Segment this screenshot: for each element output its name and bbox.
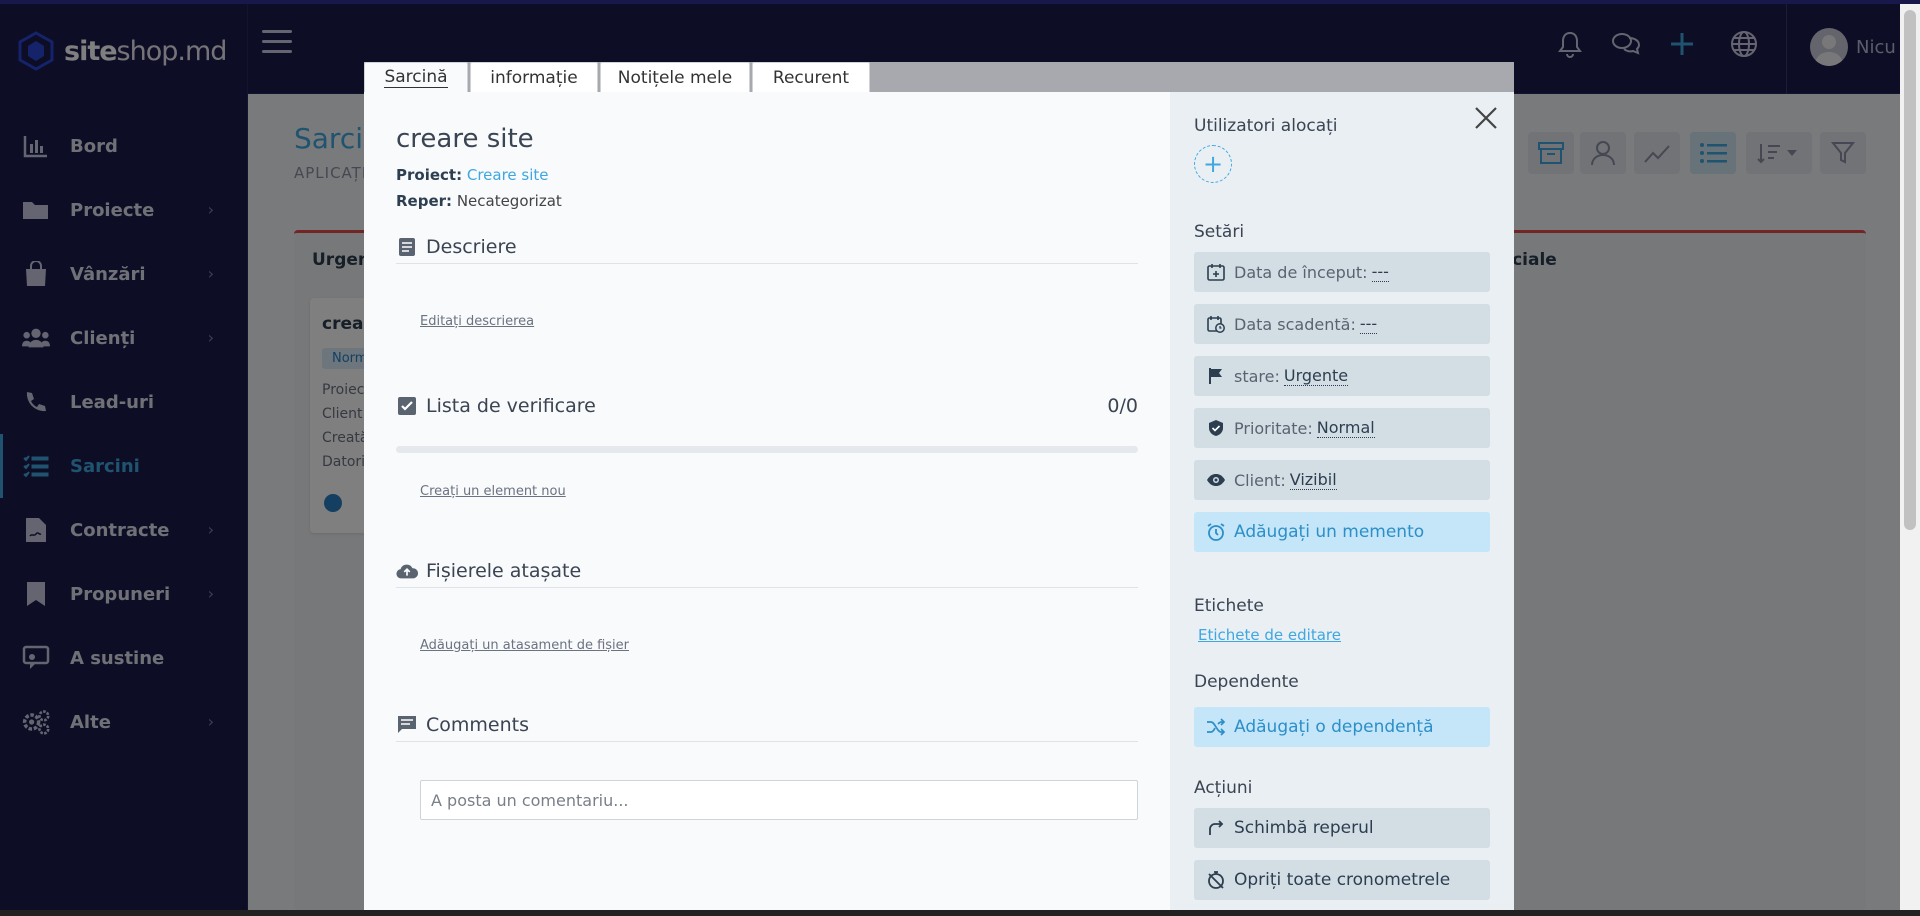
checklist-progress-bar — [396, 446, 1138, 453]
comment-icon — [396, 714, 418, 736]
change-milestone-button[interactable]: Schimbă reperul — [1194, 808, 1490, 848]
tags-heading: Etichete — [1194, 596, 1264, 616]
task-project: Proiect: Creare site — [396, 166, 549, 184]
modal-tabs: Sarcină informație Notițele mele Recuren… — [364, 62, 1514, 92]
plus-icon: + — [1202, 150, 1224, 178]
tab-recurent[interactable]: Recurent — [752, 62, 870, 92]
task-milestone: Reper: Necategorizat — [396, 192, 562, 210]
task-title: creare site — [396, 124, 534, 154]
document-icon — [396, 236, 418, 258]
edit-tags-link[interactable]: Etichete de editare — [1198, 626, 1341, 644]
due-date-value[interactable]: --- — [1359, 314, 1378, 334]
tab-sarcina[interactable]: Sarcină — [364, 62, 468, 92]
client-visibility-value[interactable]: Vizibil — [1289, 470, 1337, 490]
comments-heading: Comments — [396, 708, 1138, 742]
start-date-value[interactable]: --- — [1371, 262, 1389, 282]
comment-input[interactable] — [420, 780, 1138, 820]
add-assignee-button[interactable]: + — [1194, 145, 1232, 183]
task-modal: Sarcină informație Notițele mele Recuren… — [364, 62, 1514, 910]
redo-arrow-icon — [1206, 818, 1226, 838]
description-heading: Descriere — [396, 230, 1138, 264]
tab-informatie[interactable]: informație — [470, 62, 598, 92]
create-checklist-item-link[interactable]: Creați un element nou — [420, 484, 566, 499]
add-attachment-link[interactable]: Adăugați un atasament de fișier — [420, 638, 629, 653]
status-value[interactable]: Urgente — [1283, 366, 1349, 386]
eye-icon — [1206, 470, 1226, 490]
task-details-panel: creare site Proiect: Creare site Reper: … — [364, 92, 1170, 910]
cloud-upload-icon — [396, 560, 418, 582]
due-date-setting[interactable]: Data scadentă: --- — [1194, 304, 1490, 344]
checklist-heading: Lista de verificare 0/0 — [396, 389, 1138, 423]
checkbox-checked-icon — [396, 395, 418, 417]
shuffle-icon — [1206, 717, 1226, 737]
add-dependency-button[interactable]: Adăugați o dependență — [1194, 707, 1490, 747]
priority-setting[interactable]: Prioritate: Normal — [1194, 408, 1490, 448]
tab-label: Sarcină — [384, 67, 448, 88]
tab-label: Notițele mele — [617, 67, 733, 88]
dependencies-heading: Dependente — [1194, 672, 1299, 692]
page-scrollbar[interactable] — [1900, 4, 1920, 910]
tab-label: informație — [490, 67, 578, 88]
project-link[interactable]: Creare site — [467, 166, 549, 184]
settings-heading: Setări — [1194, 222, 1245, 242]
status-setting[interactable]: stare: Urgente — [1194, 356, 1490, 396]
actions-heading: Acțiuni — [1194, 778, 1253, 798]
tab-notitele-mele[interactable]: Notițele mele — [600, 62, 750, 92]
calendar-plus-icon — [1206, 262, 1226, 282]
start-date-setting[interactable]: Data de început: --- — [1194, 252, 1490, 292]
task-sidebar-panel: Utilizatori alocați + Setări Data de înc… — [1170, 92, 1514, 910]
tab-label: Recurent — [772, 67, 850, 88]
flag-icon — [1206, 366, 1226, 386]
calendar-clock-icon — [1206, 314, 1226, 334]
add-reminder-button[interactable]: Adăugați un memento — [1194, 512, 1490, 552]
close-icon[interactable] — [1470, 102, 1502, 134]
alarm-clock-icon — [1206, 522, 1226, 542]
assigned-users-heading: Utilizatori alocați — [1194, 116, 1338, 136]
taskbar — [0, 910, 1920, 916]
stopwatch-off-icon — [1206, 870, 1226, 890]
stop-all-timers-button[interactable]: Opriți toate cronometrele — [1194, 860, 1490, 900]
priority-value[interactable]: Normal — [1316, 418, 1375, 438]
scrollbar-thumb[interactable] — [1904, 10, 1916, 530]
checklist-count: 0/0 — [1107, 395, 1138, 417]
edit-description-link[interactable]: Editați descrierea — [420, 314, 534, 329]
attachments-heading: Fișierele atașate — [396, 554, 1138, 588]
client-visibility-setting[interactable]: Client: Vizibil — [1194, 460, 1490, 500]
shield-check-icon — [1206, 418, 1226, 438]
